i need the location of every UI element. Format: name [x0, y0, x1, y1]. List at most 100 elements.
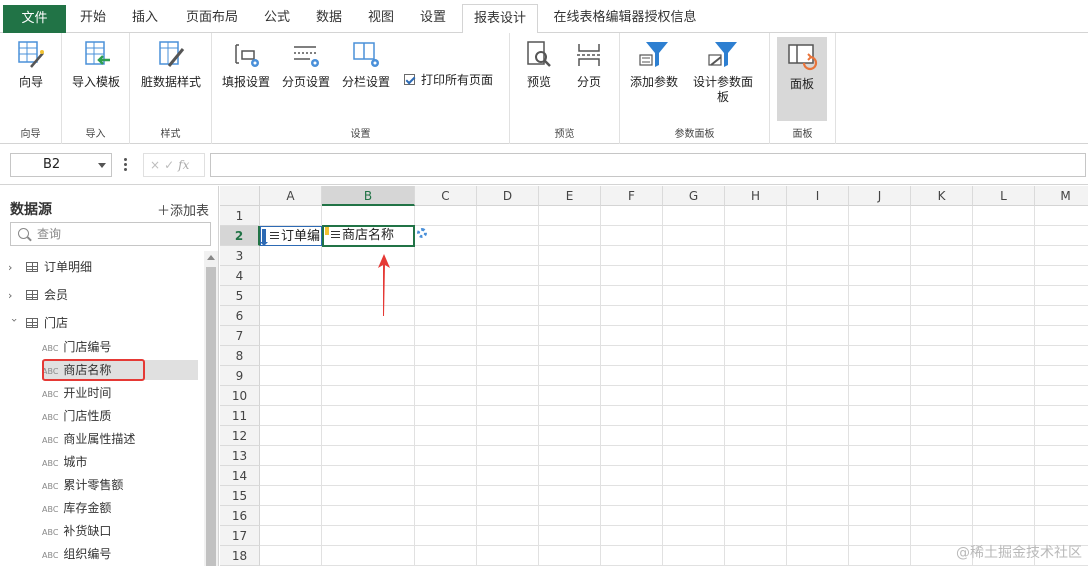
dirty-data-style-label: 脏数据样式 — [140, 75, 201, 89]
column-header[interactable]: I — [787, 186, 849, 206]
column-header[interactable]: L — [973, 186, 1035, 206]
import-template-button[interactable]: 导入模板 — [66, 39, 126, 90]
row-header[interactable]: 9 — [220, 366, 260, 386]
group-style: 脏数据样式 样式 — [130, 33, 212, 144]
field-item[interactable]: ABC 库存金额 — [42, 498, 111, 518]
add-table-button[interactable]: ＋添加表 — [157, 200, 209, 219]
row-header[interactable]: 4 — [220, 266, 260, 286]
scrollbar-thumb[interactable] — [206, 267, 216, 566]
row-header[interactable]: 3 — [220, 246, 260, 266]
field-item[interactable]: ABC 商业属性描述 — [42, 429, 135, 449]
page-settings-icon — [294, 46, 319, 67]
row-header[interactable]: 14 — [220, 466, 260, 486]
row-header[interactable]: 6 — [220, 306, 260, 326]
column-header[interactable]: D — [477, 186, 539, 206]
chevron-down-icon[interactable] — [98, 163, 106, 168]
row-header[interactable]: 1 — [220, 206, 260, 226]
row-header[interactable]: 5 — [220, 286, 260, 306]
design-param-panel-button[interactable]: 设计参数面板 — [688, 39, 758, 105]
row-header[interactable]: 11 — [220, 406, 260, 426]
field-item-selected[interactable]: ABC 商店名称 — [42, 359, 198, 381]
tab-settings[interactable]: 设置 — [410, 4, 456, 33]
paging-button[interactable]: 分页 — [566, 39, 612, 90]
column-header[interactable]: K — [911, 186, 973, 206]
table-node-order-detail[interactable]: › 订单明细 — [0, 256, 92, 278]
filter-add-icon — [639, 42, 668, 67]
column-header[interactable]: M — [1035, 186, 1088, 206]
chevron-right-icon[interactable]: › — [8, 285, 20, 307]
confirm-icon[interactable]: ✓ — [164, 158, 178, 172]
row-header[interactable]: 18 — [220, 546, 260, 566]
tab-page-layout[interactable]: 页面布局 — [176, 4, 248, 33]
table-node-store[interactable]: › 门店 — [0, 312, 68, 334]
field-item[interactable]: ABC 补货缺口 — [42, 521, 111, 541]
grid-line — [260, 525, 1088, 526]
dirty-data-style-button[interactable]: 脏数据样式 — [140, 39, 202, 90]
row-header[interactable]: 15 — [220, 486, 260, 506]
column-header[interactable]: B — [322, 186, 415, 206]
page-settings-button[interactable]: 分页设置 — [278, 39, 334, 90]
tab-home[interactable]: 开始 — [70, 4, 116, 33]
row-header[interactable]: 16 — [220, 506, 260, 526]
preview-icon — [527, 41, 551, 67]
cell-name-box[interactable]: B2 — [10, 153, 112, 177]
spreadsheet-grid[interactable]: ABCDEFGHIJKLM 1 2 3 4 5 6 7 8 9 10 11 12 13 14 15 16 17 1… — [220, 186, 1088, 566]
row-header[interactable]: 12 — [220, 426, 260, 446]
grid-line — [662, 206, 663, 566]
select-all-corner[interactable] — [220, 186, 260, 206]
field-item[interactable]: ABC 累计零售额 — [42, 475, 123, 495]
column-header[interactable]: G — [663, 186, 725, 206]
tab-report-design[interactable]: 报表设计 — [462, 4, 538, 34]
fx-icon[interactable]: fx — [178, 158, 189, 172]
column-header[interactable]: C — [415, 186, 477, 206]
formula-input[interactable] — [210, 153, 1086, 177]
tab-license-info[interactable]: 在线表格编辑器授权信息 — [546, 4, 704, 33]
grid-line — [910, 206, 911, 566]
datasource-search-input[interactable]: 查询 — [10, 222, 211, 246]
grid-line — [786, 206, 787, 566]
tab-file[interactable]: 文件 — [3, 5, 66, 33]
field-item[interactable]: ABC 组织编号 — [42, 544, 111, 564]
cancel-icon[interactable]: × — [150, 158, 164, 172]
print-all-pages-checkbox[interactable]: 打印所有页面 — [404, 71, 493, 88]
chevron-right-icon[interactable]: › — [8, 257, 20, 279]
field-item[interactable]: ABC 开业时间 — [42, 383, 111, 403]
tab-view[interactable]: 视图 — [358, 4, 404, 33]
gear-icon[interactable] — [417, 228, 427, 238]
row-header[interactable]: 17 — [220, 526, 260, 546]
tab-data[interactable]: 数据 — [306, 4, 352, 33]
chevron-down-icon[interactable]: › — [3, 318, 25, 330]
group-label-import: 导入 — [85, 129, 106, 140]
grid-line — [972, 206, 973, 566]
more-options-icon[interactable] — [124, 158, 127, 172]
column-header[interactable]: H — [725, 186, 787, 206]
fill-settings-button[interactable]: 填报设置 — [218, 39, 274, 90]
row-header[interactable]: 13 — [220, 446, 260, 466]
cell-a2[interactable]: 订单编 — [260, 226, 322, 246]
panel-button[interactable]: 面板 — [777, 37, 827, 121]
scroll-up-icon[interactable] — [207, 255, 215, 260]
tab-formula[interactable]: 公式 — [254, 4, 300, 33]
text-type-icon: ABC — [42, 528, 59, 537]
column-settings-button[interactable]: 分栏设置 — [338, 39, 394, 90]
preview-button[interactable]: 预览 — [516, 39, 562, 90]
column-header[interactable]: F — [601, 186, 663, 206]
field-item[interactable]: ABC 城市 — [42, 452, 87, 472]
cell-b2-selected[interactable]: 商店名称 — [322, 225, 415, 247]
wizard-button[interactable]: 向导 — [6, 39, 56, 90]
field-item[interactable]: ABC 门店性质 — [42, 406, 111, 426]
watermark: @稀土掘金技术社区 — [956, 545, 1082, 561]
column-header[interactable]: A — [260, 186, 322, 206]
row-header[interactable]: 8 — [220, 346, 260, 366]
column-header[interactable]: E — [539, 186, 601, 206]
column-header[interactable]: J — [849, 186, 911, 206]
table-node-member[interactable]: › 会员 — [0, 284, 68, 306]
field-item[interactable]: ABC 门店编号 — [42, 337, 111, 357]
search-placeholder: 查询 — [37, 227, 62, 241]
row-header[interactable]: 10 — [220, 386, 260, 406]
tab-insert[interactable]: 插入 — [122, 4, 168, 33]
panel-scrollbar[interactable] — [204, 251, 218, 566]
row-header[interactable]: 2 — [220, 226, 260, 246]
add-param-button[interactable]: 添加参数 — [626, 39, 682, 90]
row-header[interactable]: 7 — [220, 326, 260, 346]
